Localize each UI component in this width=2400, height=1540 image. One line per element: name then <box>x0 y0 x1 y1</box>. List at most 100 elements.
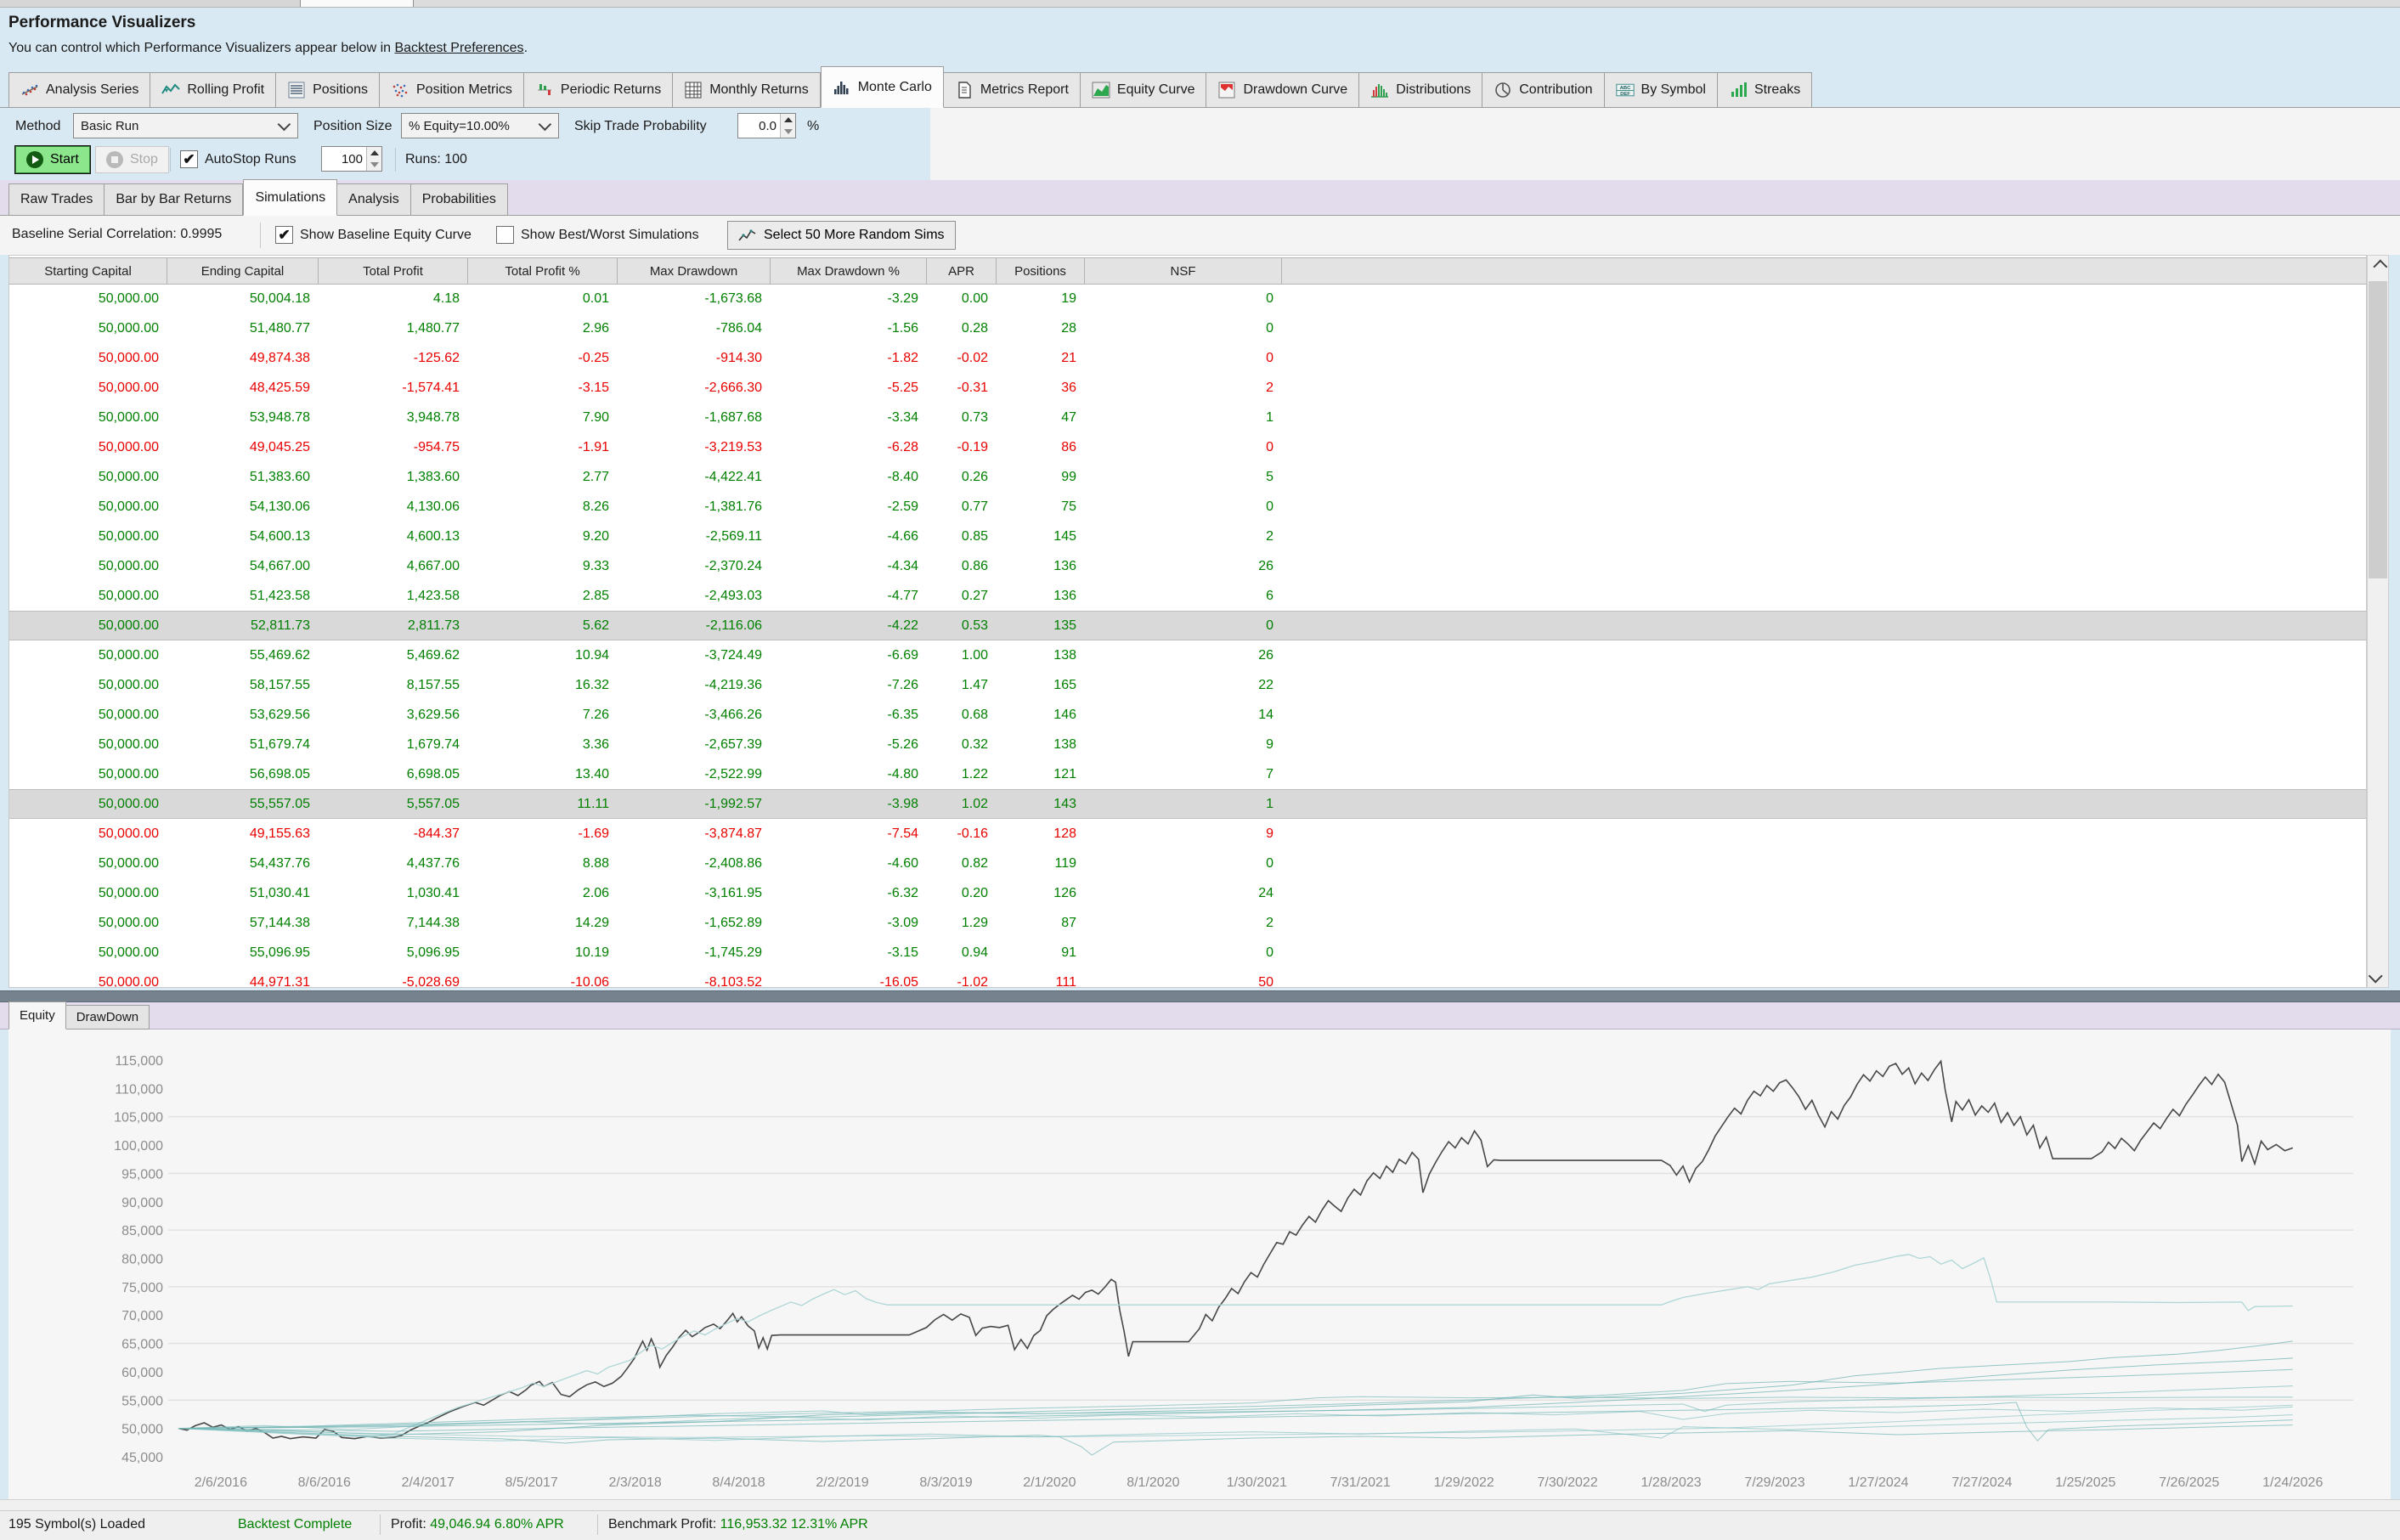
column-header-starting-capital[interactable]: Starting Capital <box>9 258 167 284</box>
status-separator <box>380 1515 381 1535</box>
column-header-ending-capital[interactable]: Ending Capital <box>167 258 319 284</box>
visualizer-tab-drawdown-curve[interactable]: Drawdown Curve <box>1206 72 1359 108</box>
method-select[interactable]: Basic Run <box>73 113 298 138</box>
window-tab-stub[interactable] <box>0 0 114 7</box>
visualizer-tab-streaks[interactable]: Streaks <box>1718 72 1812 108</box>
chart-tab-equity[interactable]: Equity <box>8 1001 66 1029</box>
table-cell: -8,103.52 <box>618 975 771 988</box>
column-header-total-profit-[interactable]: Total Profit % <box>468 258 618 284</box>
table-scrollbar[interactable] <box>2367 255 2389 988</box>
table-cell: 0 <box>1085 499 1282 515</box>
table-row[interactable]: 50,000.0051,480.771,480.772.96-786.04-1.… <box>9 313 2366 343</box>
visualizer-tab-monte-carlo[interactable]: Monte Carlo <box>821 66 944 108</box>
table-cell: -2.59 <box>771 499 927 515</box>
sim-tab-analysis[interactable]: Analysis <box>337 183 411 216</box>
autostop-checkbox[interactable]: ✔ <box>180 150 198 168</box>
start-button[interactable]: Start <box>15 146 90 173</box>
table-row[interactable]: 50,000.0048,425.59-1,574.41-3.15-2,666.3… <box>9 373 2366 403</box>
table-row[interactable]: 50,000.0055,469.625,469.6210.94-3,724.49… <box>9 640 2366 670</box>
column-header-total-profit[interactable]: Total Profit <box>319 258 468 284</box>
visualizer-tab-contribution[interactable]: Contribution <box>1482 72 1604 108</box>
table-body[interactable]: 50,000.0050,004.184.180.01-1,673.68-3.29… <box>9 284 2366 987</box>
column-header-nsf[interactable]: NSF <box>1085 258 1282 284</box>
visualizer-tab-distributions[interactable]: Distributions <box>1359 72 1482 108</box>
visualizer-tab-equity-curve[interactable]: Equity Curve <box>1081 72 1207 108</box>
x-axis-tick-label: 1/28/2023 <box>1640 1475 1701 1490</box>
table-row[interactable]: 50,000.0054,600.134,600.139.20-2,569.11-… <box>9 522 2366 551</box>
visualizer-tab-position-metrics[interactable]: Position Metrics <box>380 72 524 108</box>
window-tab-stub[interactable] <box>113 0 216 7</box>
table-cell: 50,000.00 <box>9 886 167 901</box>
x-axis-tick-label: 2/6/2016 <box>195 1475 247 1490</box>
horizontal-splitter[interactable] <box>0 990 2400 1002</box>
sim-tab-probabilities[interactable]: Probabilities <box>411 183 508 216</box>
table-row[interactable]: 50,000.0053,629.563,629.567.26-3,466.26-… <box>9 700 2366 730</box>
table-cell: 14.29 <box>468 916 618 931</box>
table-row[interactable]: 50,000.0058,157.558,157.5516.32-4,219.36… <box>9 670 2366 700</box>
table-row[interactable]: 50,000.0054,437.764,437.768.88-2,408.86-… <box>9 849 2366 878</box>
table-row[interactable]: 50,000.0052,811.732,811.735.62-2,116.06-… <box>9 611 2366 640</box>
table-cell: -3,466.26 <box>618 708 771 723</box>
spinner-up-icon[interactable] <box>367 147 381 159</box>
autostop-runs-stepper[interactable]: 100 <box>321 146 382 172</box>
show-bestworst-checkbox[interactable] <box>496 226 514 244</box>
x-axis-tick-label: 7/26/2025 <box>2159 1475 2219 1490</box>
table-row[interactable]: 50,000.0056,698.056,698.0513.40-2,522.99… <box>9 759 2366 789</box>
visualizer-tab-rolling-profit[interactable]: Rolling Profit <box>150 72 276 108</box>
visualizer-tab-by-symbol[interactable]: ABCDEFBy Symbol <box>1605 72 1718 108</box>
table-row[interactable]: 50,000.0051,679.741,679.743.36-2,657.39-… <box>9 730 2366 759</box>
table-row[interactable]: 50,000.0051,383.601,383.602.77-4,422.41-… <box>9 462 2366 492</box>
table-row[interactable]: 50,000.0051,423.581,423.582.85-2,493.03-… <box>9 581 2366 611</box>
column-header-apr[interactable]: APR <box>927 258 997 284</box>
table-cell: 9.20 <box>468 529 618 544</box>
table-cell: -125.62 <box>319 351 468 366</box>
table-cell: -2,493.03 <box>618 589 771 604</box>
show-baseline-checkbox[interactable]: ✔ <box>275 226 293 244</box>
table-row[interactable]: 50,000.0054,130.064,130.068.26-1,381.76-… <box>9 492 2366 522</box>
table-row[interactable]: 50,000.0044,971.31-5,028.69-10.06-8,103.… <box>9 967 2366 987</box>
show-baseline-row: ✔ Show Baseline Equity Curve <box>275 226 472 244</box>
sim-tab-raw-trades[interactable]: Raw Trades <box>8 183 104 216</box>
table-row[interactable]: 50,000.0049,874.38-125.62-0.25-914.30-1.… <box>9 343 2366 373</box>
table-cell: 9.33 <box>468 559 618 574</box>
backtest-preferences-link[interactable]: Backtest Preferences <box>394 41 523 55</box>
select-more-sims-button[interactable]: Select 50 More Random Sims <box>727 221 956 250</box>
column-header-max-drawdown[interactable]: Max Drawdown <box>618 258 771 284</box>
table-row[interactable]: 50,000.0055,096.955,096.9510.19-1,745.29… <box>9 938 2366 967</box>
table-row[interactable]: 50,000.0050,004.184.180.01-1,673.68-3.29… <box>9 284 2366 313</box>
visualizer-tab-positions[interactable]: Positions <box>276 72 380 108</box>
chart-tab-drawdown[interactable]: DrawDown <box>66 1005 150 1029</box>
x-axis-tick-label: 7/29/2023 <box>1744 1475 1804 1490</box>
visualizer-tab-periodic-returns[interactable]: Periodic Returns <box>524 72 673 108</box>
table-row[interactable]: 50,000.0049,045.25-954.75-1.91-3,219.53-… <box>9 432 2366 462</box>
spinner-down-icon[interactable] <box>367 159 381 171</box>
column-header-positions[interactable]: Positions <box>997 258 1085 284</box>
scroll-down-icon[interactable] <box>2368 965 2388 987</box>
position-size-select[interactable]: % Equity=10.00% <box>401 113 559 138</box>
stop-button[interactable]: Stop <box>95 146 169 173</box>
sim-tab-simulations[interactable]: Simulations <box>243 179 337 216</box>
table-cell: 49,874.38 <box>167 351 319 366</box>
column-header-max-drawdown-[interactable]: Max Drawdown % <box>771 258 927 284</box>
sim-tab-bar-by-bar-returns[interactable]: Bar by Bar Returns <box>104 183 243 216</box>
window-tab-stub-active[interactable] <box>300 0 414 7</box>
table-row[interactable]: 50,000.0049,155.63-844.37-1.69-3,874.87-… <box>9 819 2366 849</box>
table-row[interactable]: 50,000.0057,144.387,144.3814.29-1,652.89… <box>9 908 2366 938</box>
visualizer-tab-analysis-series[interactable]: Analysis Series <box>8 72 150 108</box>
table-cell: 50 <box>1085 975 1282 988</box>
skip-trade-probability-stepper[interactable]: 0.0 <box>737 113 796 138</box>
table-row[interactable]: 50,000.0054,667.004,667.009.33-2,370.24-… <box>9 551 2366 581</box>
table-cell: 8,157.55 <box>319 678 468 693</box>
table-cell: 2,811.73 <box>319 618 468 634</box>
spinner-up-icon[interactable] <box>781 114 795 126</box>
scroll-up-icon[interactable] <box>2368 256 2388 278</box>
spinner-down-icon[interactable] <box>781 126 795 138</box>
table-row[interactable]: 50,000.0051,030.411,030.412.06-3,161.95-… <box>9 878 2366 908</box>
table-row[interactable]: 50,000.0055,557.055,557.0511.11-1,992.57… <box>9 789 2366 819</box>
visualizer-tab-metrics-report[interactable]: Metrics Report <box>944 72 1081 108</box>
visualizer-tab-monthly-returns[interactable]: Monthly Returns <box>673 72 821 108</box>
scrollbar-thumb[interactable] <box>2369 281 2387 578</box>
table-row[interactable]: 50,000.0053,948.783,948.787.90-1,687.68-… <box>9 403 2366 432</box>
table-cell: -8.40 <box>771 470 927 485</box>
window-tab-stub[interactable] <box>215 0 301 7</box>
